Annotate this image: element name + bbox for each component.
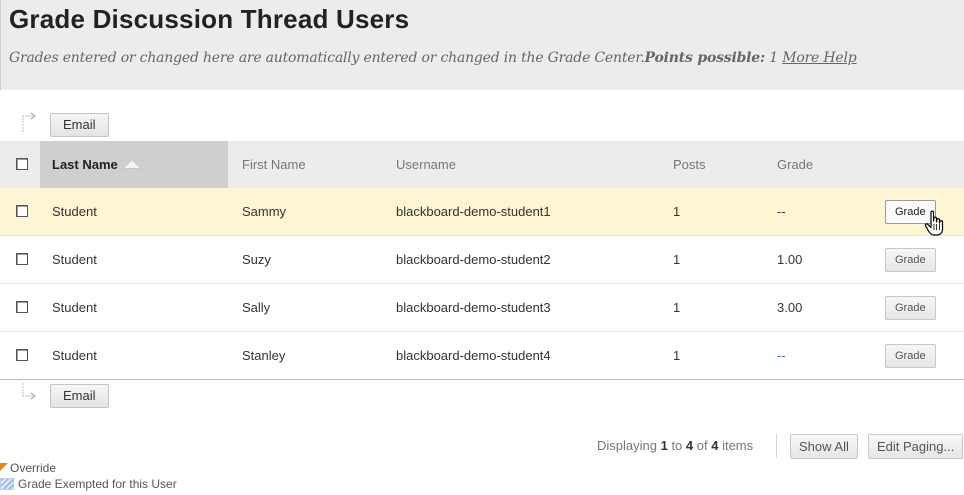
column-header-first-name[interactable]: First Name bbox=[242, 141, 306, 188]
grade-button[interactable]: Grade bbox=[885, 296, 936, 320]
cell-grade: 1.00 bbox=[777, 252, 803, 267]
cell-last-name: Student bbox=[52, 252, 97, 267]
table-row: Student Stanley blackboard-demo-student4… bbox=[0, 332, 964, 380]
table-row: Student Sally blackboard-demo-student3 1… bbox=[0, 284, 964, 332]
paging-status: Displaying 1 to 4 of 4 items bbox=[597, 438, 754, 453]
column-header-posts[interactable]: Posts bbox=[673, 141, 706, 188]
points-possible-value: 1 bbox=[769, 50, 778, 66]
cell-posts: 1 bbox=[673, 252, 681, 267]
cell-grade: 3.00 bbox=[777, 300, 803, 315]
email-button-top[interactable]: Email bbox=[50, 113, 109, 137]
email-button-bottom[interactable]: Email bbox=[50, 384, 109, 408]
cell-first-name: Sammy bbox=[242, 204, 287, 219]
table-row: Student Sammy blackboard-demo-student1 1… bbox=[0, 188, 964, 236]
cell-posts: 1 bbox=[673, 204, 681, 219]
column-header-last-name[interactable]: Last Name bbox=[52, 141, 140, 188]
cell-username: blackboard-demo-student4 bbox=[396, 348, 551, 363]
cell-grade: -- bbox=[777, 204, 786, 219]
subtitle-text: Grades entered or changed here are autom… bbox=[9, 50, 645, 66]
select-all-checkbox[interactable] bbox=[16, 158, 28, 170]
show-all-button[interactable]: Show All bbox=[790, 434, 858, 459]
bottom-action-bar: Email bbox=[0, 383, 964, 413]
override-flag-icon bbox=[0, 463, 8, 471]
cell-posts: 1 bbox=[673, 300, 681, 315]
top-action-bar: Email bbox=[0, 112, 964, 142]
table-row: Student Suzy blackboard-demo-student2 1 … bbox=[0, 236, 964, 284]
legend-exempt: Grade Exempted for this User bbox=[0, 477, 177, 491]
cell-first-name: Stanley bbox=[242, 348, 286, 363]
exempt-hatch-icon bbox=[0, 478, 14, 490]
cell-posts: 1 bbox=[673, 348, 681, 363]
cell-username: blackboard-demo-student3 bbox=[396, 300, 551, 315]
grid-header: Last Name First Name Username Posts Grad… bbox=[0, 141, 964, 188]
column-header-username[interactable]: Username bbox=[396, 141, 456, 188]
points-possible-label: Points possible: bbox=[644, 50, 766, 66]
action-arrow-down-icon bbox=[22, 383, 36, 400]
row-checkbox[interactable] bbox=[16, 349, 28, 361]
row-checkbox[interactable] bbox=[16, 253, 28, 265]
edit-paging-button[interactable]: Edit Paging... bbox=[868, 434, 964, 459]
row-checkbox[interactable] bbox=[16, 301, 28, 313]
users-grid: Last Name First Name Username Posts Grad… bbox=[0, 141, 964, 380]
cell-grade: -- bbox=[777, 348, 786, 363]
grade-button[interactable]: Grade bbox=[885, 248, 936, 272]
cell-first-name: Sally bbox=[242, 300, 271, 315]
sort-ascending-icon bbox=[123, 159, 140, 168]
action-arrow-up-icon bbox=[22, 112, 36, 132]
cell-first-name: Suzy bbox=[242, 252, 271, 267]
grade-button[interactable]: Grade bbox=[885, 344, 936, 368]
cell-last-name: Student bbox=[52, 300, 97, 315]
more-help-link[interactable]: More Help bbox=[782, 50, 857, 66]
paging-divider bbox=[776, 434, 777, 458]
hand-cursor-icon bbox=[924, 210, 944, 236]
legend-override: Override bbox=[0, 461, 56, 475]
page-subtitle: Grades entered or changed here are autom… bbox=[9, 50, 857, 66]
page-header: Grade Discussion Thread Users Grades ent… bbox=[0, 0, 964, 90]
cell-username: blackboard-demo-student1 bbox=[396, 204, 551, 219]
cell-last-name: Student bbox=[52, 204, 97, 219]
column-header-grade[interactable]: Grade bbox=[777, 141, 813, 188]
cell-last-name: Student bbox=[52, 348, 97, 363]
row-checkbox[interactable] bbox=[16, 205, 28, 217]
page-title: Grade Discussion Thread Users bbox=[9, 4, 410, 34]
cell-username: blackboard-demo-student2 bbox=[396, 252, 551, 267]
